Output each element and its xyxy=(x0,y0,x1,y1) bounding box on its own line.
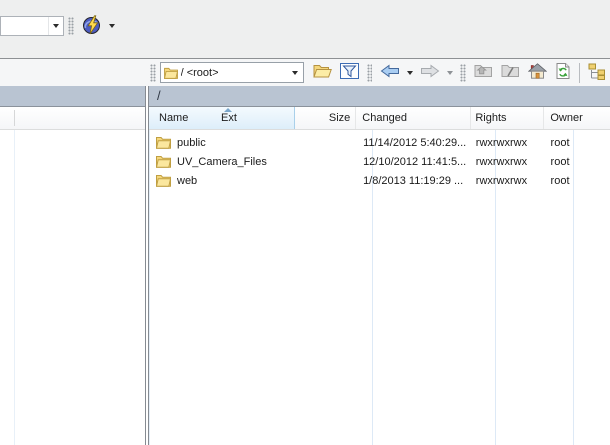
file-rights: rwxrwxrwx xyxy=(472,137,545,149)
file-owner: root xyxy=(545,175,610,187)
local-header-divider xyxy=(14,110,15,126)
refresh-button[interactable] xyxy=(551,60,575,86)
back-arrow-icon xyxy=(380,64,400,81)
column-header-rights[interactable]: Rights xyxy=(471,107,544,129)
new-session-dropdown[interactable] xyxy=(106,13,118,39)
remote-path-value: / <root> xyxy=(181,66,288,79)
directory-buttons-grip[interactable] xyxy=(460,64,466,82)
lightning-globe-icon xyxy=(82,15,102,38)
parent-directory-button[interactable] xyxy=(470,60,497,86)
root-directory-button[interactable] xyxy=(497,60,524,86)
remote-list-body[interactable]: public 11/14/2012 5:40:29... rwxrwxrwx r… xyxy=(149,130,610,445)
local-list-header[interactable] xyxy=(0,107,145,130)
home-icon xyxy=(528,63,547,82)
folder-icon xyxy=(156,155,171,168)
root-folder-icon xyxy=(501,64,520,81)
filter-icon xyxy=(340,63,359,82)
toolbar-separator xyxy=(579,63,580,83)
file-manager-window: / <root> xyxy=(0,0,610,445)
parent-folder-icon xyxy=(474,64,493,81)
session-combobox[interactable] xyxy=(0,16,64,36)
file-changed: 12/10/2012 11:41:5... xyxy=(357,156,472,168)
back-button[interactable] xyxy=(376,60,404,86)
local-file-list[interactable] xyxy=(0,107,145,445)
back-dropdown[interactable] xyxy=(404,60,416,86)
file-rights: rwxrwxrwx xyxy=(472,175,545,187)
remote-list-header: Name Ext Size Changed Rights Owner xyxy=(149,107,610,130)
file-rights: rwxrwxrwx xyxy=(472,156,545,168)
filter-button[interactable] xyxy=(336,60,363,86)
column-header-ext[interactable]: Ext xyxy=(221,112,237,124)
table-row[interactable]: public 11/14/2012 5:40:29... rwxrwxrwx r… xyxy=(150,133,610,152)
navigation-grip[interactable] xyxy=(367,64,373,82)
local-panel xyxy=(0,86,146,445)
file-panels: / Name Ext Size Changed Rights Owner xyxy=(0,86,610,445)
new-session-button[interactable] xyxy=(78,13,106,39)
remote-panel: / Name Ext Size Changed Rights Owner xyxy=(148,86,610,445)
toolbar-grip[interactable] xyxy=(68,17,74,35)
forward-dropdown[interactable] xyxy=(444,60,456,86)
session-combobox-value xyxy=(1,17,48,35)
table-row[interactable]: web 1/8/2013 11:19:29 ... rwxrwxrwx root xyxy=(150,171,610,190)
address-toolbar: / <root> xyxy=(0,59,610,86)
forward-button[interactable] xyxy=(416,60,444,86)
remote-path-label: / xyxy=(149,86,610,107)
column-header-size[interactable]: Size xyxy=(295,107,356,129)
open-directory-button[interactable] xyxy=(309,60,336,86)
file-name: public xyxy=(177,137,206,149)
tree-icon xyxy=(588,63,606,83)
remote-path-combobox[interactable]: / <root> xyxy=(160,62,304,83)
address-toolbar-grip[interactable] xyxy=(150,64,156,82)
column-header-changed[interactable]: Changed xyxy=(356,107,471,129)
local-list-body[interactable] xyxy=(0,130,145,445)
forward-arrow-icon xyxy=(420,64,440,81)
file-changed: 11/14/2012 5:40:29... xyxy=(357,137,472,149)
home-directory-button[interactable] xyxy=(524,60,551,86)
session-combobox-dropdown[interactable] xyxy=(48,17,63,35)
refresh-icon xyxy=(555,63,571,82)
table-row[interactable]: UV_Camera_Files 12/10/2012 11:41:5... rw… xyxy=(150,152,610,171)
folder-icon xyxy=(156,136,171,149)
file-name: web xyxy=(177,175,197,187)
file-owner: root xyxy=(545,156,610,168)
local-path-label xyxy=(0,86,145,107)
local-grid-line xyxy=(14,130,15,445)
column-header-owner[interactable]: Owner xyxy=(544,107,610,129)
file-name: UV_Camera_Files xyxy=(177,156,267,168)
folder-icon xyxy=(164,67,178,79)
file-changed: 1/8/2013 11:19:29 ... xyxy=(357,175,472,187)
file-owner: root xyxy=(545,137,610,149)
folder-icon xyxy=(156,174,171,187)
remote-file-list[interactable]: Name Ext Size Changed Rights Owner xyxy=(149,107,610,445)
column-header-name[interactable]: Name Ext xyxy=(149,107,295,129)
open-folder-icon xyxy=(313,64,332,81)
top-toolbar xyxy=(0,0,610,59)
remote-path-dropdown[interactable] xyxy=(288,63,303,82)
tree-view-button[interactable] xyxy=(584,60,610,86)
